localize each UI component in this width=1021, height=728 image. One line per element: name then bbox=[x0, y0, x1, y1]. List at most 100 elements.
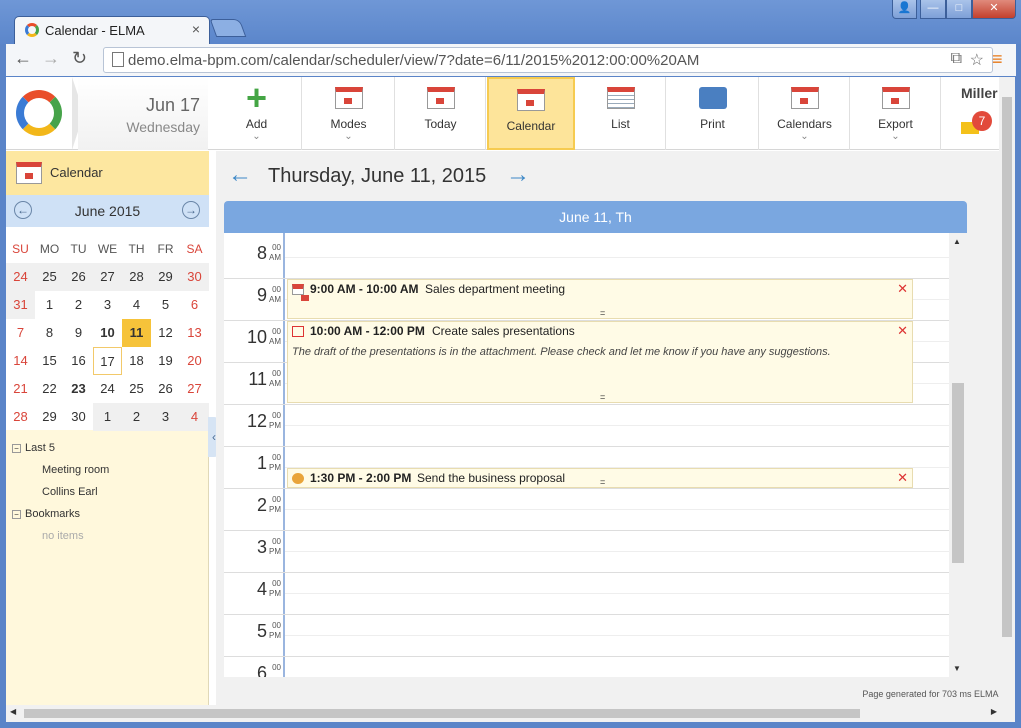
event-create-presentations[interactable]: 10:00 AM - 12:00 PM Create sales present… bbox=[287, 321, 913, 403]
new-tab-button[interactable] bbox=[209, 19, 247, 37]
scroll-up-icon[interactable]: ▲ bbox=[953, 237, 961, 246]
calendar-day[interactable]: 1 bbox=[35, 291, 64, 319]
calendar-day[interactable]: 6 bbox=[180, 291, 209, 319]
user-name[interactable]: Miller bbox=[961, 85, 998, 101]
sidebar-header[interactable]: Calendar bbox=[6, 151, 209, 195]
calendar-day[interactable]: 31 bbox=[6, 291, 35, 319]
calendar-day[interactable]: 17 bbox=[93, 347, 122, 375]
back-icon[interactable]: ← bbox=[14, 48, 32, 69]
half-hour-slot[interactable] bbox=[285, 551, 949, 552]
calendar-day[interactable]: 30 bbox=[64, 403, 93, 431]
browser-menu-icon[interactable]: ≡ bbox=[992, 49, 1008, 70]
hour-slot[interactable] bbox=[285, 446, 949, 447]
tree-item-collins-earl[interactable]: Collins Earl bbox=[12, 481, 109, 503]
tree-last5[interactable]: − Last 5 bbox=[12, 437, 109, 459]
event-sales-meeting[interactable]: 9:00 AM - 10:00 AM Sales department meet… bbox=[287, 279, 913, 319]
star-icon[interactable]: ☆ bbox=[970, 50, 984, 70]
scroll-right-icon[interactable]: ▶ bbox=[991, 707, 997, 716]
calendar-day[interactable]: 9 bbox=[64, 319, 93, 347]
close-icon[interactable]: ✕ bbox=[897, 323, 908, 339]
page-scroll-thumb[interactable] bbox=[1002, 97, 1012, 637]
calendar-day[interactable]: 27 bbox=[93, 263, 122, 291]
calendar-day[interactable]: 13 bbox=[180, 319, 209, 347]
calendar-day[interactable]: 27 bbox=[180, 375, 209, 403]
url-text[interactable]: demo.elma-bpm.com/calendar/scheduler/vie… bbox=[128, 52, 699, 69]
browser-tab[interactable]: Calendar - ELMA × bbox=[14, 16, 210, 44]
calendar-day[interactable]: 29 bbox=[35, 403, 64, 431]
calendar-day[interactable]: 28 bbox=[6, 403, 35, 431]
toolbar-list-button[interactable]: List bbox=[576, 77, 666, 150]
calendar-day[interactable]: 21 bbox=[6, 375, 35, 403]
tree-bookmarks[interactable]: − Bookmarks bbox=[12, 503, 109, 525]
half-hour-slot[interactable] bbox=[285, 509, 949, 510]
address-bar[interactable]: demo.elma-bpm.com/calendar/scheduler/vie… bbox=[103, 47, 993, 73]
calendar-day[interactable]: 24 bbox=[6, 263, 35, 291]
toolbar-calendars-button[interactable]: Calendars ⌄ bbox=[760, 77, 850, 150]
calendar-day[interactable]: 30 bbox=[180, 263, 209, 291]
scheduler-scrollbar[interactable]: ▲ ▼ bbox=[949, 233, 967, 677]
toolbar-calendar-button[interactable]: Calendar bbox=[487, 77, 575, 150]
forward-icon[interactable]: → bbox=[42, 48, 60, 69]
reload-icon[interactable]: ↻ bbox=[72, 48, 87, 69]
half-hour-slot[interactable] bbox=[285, 257, 949, 258]
prev-day-icon[interactable]: ← bbox=[228, 161, 252, 189]
calendar-day[interactable]: 5 bbox=[151, 291, 180, 319]
user-profile-icon[interactable]: 👤 bbox=[892, 0, 917, 19]
page-scrollbar[interactable] bbox=[999, 77, 1015, 705]
translate-icon[interactable]: ⧉ bbox=[951, 50, 962, 68]
scroll-down-icon[interactable]: ▼ bbox=[953, 664, 961, 673]
calendar-day[interactable]: 16 bbox=[64, 347, 93, 375]
calendar-day[interactable]: 1 bbox=[93, 403, 122, 431]
toolbar-add-button[interactable]: + Add ⌄ bbox=[212, 77, 302, 150]
calendar-day[interactable]: 8 bbox=[35, 319, 64, 347]
maximize-button[interactable]: □ bbox=[946, 0, 972, 19]
resize-handle[interactable]: = bbox=[600, 477, 605, 487]
half-hour-slot[interactable] bbox=[285, 425, 949, 426]
collapse-icon[interactable]: − bbox=[12, 509, 21, 519]
calendar-day[interactable]: 10 bbox=[93, 319, 122, 347]
calendar-day[interactable]: 3 bbox=[151, 403, 180, 431]
toolbar-modes-button[interactable]: Modes ⌄ bbox=[303, 77, 395, 150]
hour-slot[interactable] bbox=[285, 572, 949, 573]
hour-slot[interactable] bbox=[285, 488, 949, 489]
calendar-day[interactable]: 19 bbox=[151, 347, 180, 375]
resize-handle[interactable]: = bbox=[600, 392, 605, 402]
close-icon[interactable]: ✕ bbox=[897, 281, 908, 297]
calendar-day[interactable]: 24 bbox=[93, 375, 122, 403]
scroll-thumb[interactable] bbox=[952, 383, 964, 563]
collapse-icon[interactable]: − bbox=[12, 443, 21, 453]
elma-logo-icon[interactable] bbox=[16, 90, 62, 136]
calendar-day[interactable]: 2 bbox=[122, 403, 151, 431]
calendar-day[interactable]: 26 bbox=[64, 263, 93, 291]
tree-item-meeting-room[interactable]: Meeting room bbox=[12, 459, 109, 481]
toolbar-today-button[interactable]: Today bbox=[396, 77, 486, 150]
calendar-day[interactable]: 11 bbox=[122, 319, 151, 347]
half-hour-slot[interactable] bbox=[285, 635, 949, 636]
calendar-day[interactable]: 2 bbox=[64, 291, 93, 319]
next-month-icon[interactable]: → bbox=[182, 201, 200, 219]
current-date-tile[interactable]: Jun 17 Wednesday bbox=[78, 77, 208, 150]
calendar-day[interactable]: 29 bbox=[151, 263, 180, 291]
calendar-day[interactable]: 15 bbox=[35, 347, 64, 375]
toolbar-export-button[interactable]: Export ⌄ bbox=[851, 77, 941, 150]
hour-slot[interactable] bbox=[285, 614, 949, 615]
calendar-day[interactable]: 25 bbox=[122, 375, 151, 403]
minimize-button[interactable]: — bbox=[920, 0, 946, 19]
calendar-day[interactable]: 4 bbox=[122, 291, 151, 319]
event-send-proposal[interactable]: 1:30 PM - 2:00 PM Send the business prop… bbox=[287, 468, 913, 488]
next-day-icon[interactable]: → bbox=[506, 161, 530, 189]
horizontal-scrollbar[interactable]: ◀ ▶ bbox=[6, 705, 1015, 722]
calendar-day[interactable]: 28 bbox=[122, 263, 151, 291]
hour-slot[interactable] bbox=[285, 656, 949, 657]
scroll-left-icon[interactable]: ◀ bbox=[10, 707, 16, 716]
calendar-day[interactable]: 26 bbox=[151, 375, 180, 403]
resize-handle[interactable]: = bbox=[600, 308, 605, 318]
tab-close-icon[interactable]: × bbox=[192, 21, 200, 37]
close-icon[interactable]: ✕ bbox=[897, 470, 908, 486]
calendar-day[interactable]: 12 bbox=[151, 319, 180, 347]
half-hour-slot[interactable] bbox=[285, 593, 949, 594]
toolbar-print-button[interactable]: Print bbox=[667, 77, 759, 150]
calendar-day[interactable]: 18 bbox=[122, 347, 151, 375]
calendar-day[interactable]: 22 bbox=[35, 375, 64, 403]
calendar-day[interactable]: 25 bbox=[35, 263, 64, 291]
